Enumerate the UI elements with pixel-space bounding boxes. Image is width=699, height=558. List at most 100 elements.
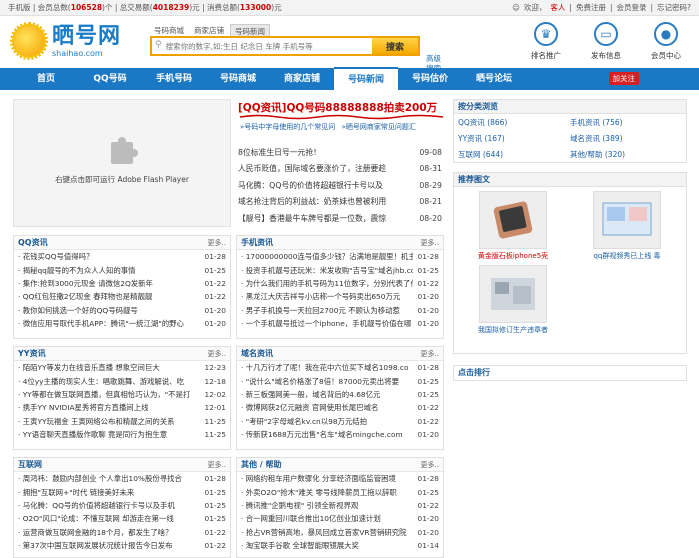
category-link-other[interactable]: 其他/帮助 (320) [570, 149, 682, 160]
nav-home[interactable]: 首页 [14, 68, 78, 90]
list-item[interactable]: · 微信应用号取代手机APP：腾讯"一统江湖"的野心 01-20 [14, 317, 230, 330]
list-item[interactable]: · 运营商做互联网金融的18个月，都发生了啥？ 01-22 [14, 526, 230, 539]
list-item[interactable]: · 黑龙江大庆吉祥号小店称一个号码卖出650万元 01-20 [237, 290, 443, 303]
list-item[interactable]: · YY语音聊天直播版作歌聊 竟是同行为抱生意 11-25 [14, 428, 230, 441]
more-link[interactable]: 更多.. [421, 349, 439, 359]
list-item[interactable]: · 新三板强网美一般，域名背后的4.68亿元 01-25 [237, 388, 443, 401]
search-tab-news[interactable]: 号码新闻 [230, 24, 270, 36]
publish-info-button[interactable]: ▭ 发布信息 [583, 22, 629, 61]
list-item[interactable]: · 4位yy主播的现实人生：唱歌跳舞、游戏解说、吃 12-18 [14, 374, 230, 387]
headline-news-list: 8位标准生日号一元抢！ 09-08 人民币贬值，国际域名要涨价了，注册要趁 08-3… [238, 144, 442, 227]
featured-pic[interactable]: 黄金版石板iphone5壳 [458, 191, 568, 261]
box-title: 域名资讯 [241, 349, 273, 358]
list-item[interactable]: · 腾讯推"企鹅电视" 引领全新视界观 01-22 [237, 499, 443, 512]
list-item[interactable]: · 马化腾：QQ号的价值将超越银行卡号以及手机 01-25 [14, 499, 230, 512]
phone-case-image [479, 191, 547, 249]
list-item[interactable]: · 携手YY NVIDIA星秀将官方直播间上线 12-01 [14, 401, 230, 414]
deal-amount: 4018239 [152, 3, 190, 12]
more-link[interactable]: 更多.. [208, 349, 226, 359]
list-item[interactable]: · "说什么"域名价格涨了8倍！87000元卖出将要 01-25 [237, 374, 443, 387]
headline-sublinks: »号码中字母使用的几个常见问 »晒号网商家常见问题汇 [240, 122, 416, 132]
login-link[interactable]: 会员登录 [616, 2, 646, 13]
headline-sublink-1[interactable]: »号码中字母使用的几个常见问 [240, 123, 335, 131]
member-center-button[interactable]: ● 会员中心 [643, 22, 689, 61]
yy-news-box: YY资讯 更多.. · 陌陌YY等发力在线音乐直播 想象空间巨大 12-23 · 4… [13, 346, 231, 450]
box-title: 推荐图文 [454, 173, 686, 187]
search-tab-shops[interactable]: 商家店铺 [190, 24, 228, 36]
domain-news-box: 域名资讯 更多.. · 十几万行才了呢！我在花中六位买下域名1098.co 01-2… [236, 346, 444, 450]
search-input[interactable] [161, 38, 372, 54]
list-item[interactable]: 域名抢注背后的利益战：奶茶妹也曾被利用 08-21 [238, 194, 442, 211]
box-title: 手机资讯 [241, 238, 273, 247]
site-stats: 手机版 | 会员总数(106528)个 | 总交易额(4018239)元 | 消… [8, 3, 282, 12]
list-item[interactable]: 马化腾：QQ号的价值将超越银行卡号以及 08-29 [238, 177, 442, 194]
list-item[interactable]: · 17000000000连号值多少钱？沾满地是靓里！机主 01-28 [237, 250, 443, 263]
internet-news-box: 互联网 更多.. · 周鸿祎：鼓励内部创业 个人拿出10%股份寻找合 01-28 ·… [13, 457, 231, 558]
box-title: 按分类浏览 [454, 100, 686, 114]
nav-phone-numbers[interactable]: 手机号码 [142, 68, 206, 90]
forgot-password-link[interactable]: 忘记密码? [657, 2, 691, 13]
plugin-icon [111, 136, 138, 164]
nav-forum[interactable]: 晒号论坛 [462, 68, 526, 90]
flash-placeholder[interactable]: 右键点击即可运行 Adobe Flash Player [13, 99, 231, 227]
nav-number-mall[interactable]: 号码商城 [206, 68, 270, 90]
list-item[interactable]: · 第37次中国互联网发展状况统计报告今日发布 01-22 [14, 539, 230, 552]
list-item[interactable]: · 一个手机靓号抵过一个iphone，手机靓号价值在哪 01-20 [237, 317, 443, 330]
list-item[interactable]: · "考研"2字母域名kv.cn以98万元结拍 01-22 [237, 415, 443, 428]
nav-number-news[interactable]: 号码新闻 [334, 67, 398, 91]
more-link[interactable]: 更多.. [421, 460, 439, 470]
list-item[interactable]: · O2O"风口"论成：不懂互联网 却游走在第一线 01-25 [14, 512, 230, 525]
search-tab-mall[interactable]: 号码商城 [150, 24, 188, 36]
list-item[interactable]: · 网络约租车用户数骤化 分享经济面临监管困境 01-28 [237, 472, 443, 485]
list-item[interactable]: · 淘宝联手谷歌 全球智能眼镜展大奖 01-14 [237, 539, 443, 552]
list-item[interactable]: · 抢占VR营销高地，暴风回成立首家VR营销研究院 01-20 [237, 526, 443, 539]
list-item[interactable]: 人民币贬值，国际域名要涨价了，注册要趁 08-31 [238, 161, 442, 178]
list-item[interactable]: · 十几万行才了呢！我在花中六位买下域名1098.co 01-28 [237, 361, 443, 374]
nav-shops[interactable]: 商家店铺 [270, 68, 334, 90]
other-help-box: 其他 / 帮助 更多.. · 网络约租车用户数骤化 分享经济面临监管困境 01-28… [236, 457, 444, 558]
category-link-yy[interactable]: YY资讯 (167) [458, 133, 570, 144]
mobile-link[interactable]: 手机版 [8, 3, 31, 12]
featured-pic[interactable]: 我国拟修订生产违章者 [458, 265, 568, 335]
list-item[interactable]: · YY等都在做互联网直播，但真相恰巧认为，"不是打 12-02 [14, 388, 230, 401]
featured-pic[interactable]: qq群视频秀已上线 毒 [572, 191, 682, 261]
box-title: 互联网 [18, 460, 42, 469]
list-item[interactable]: · 王寅YY玩福金 王寅网络公布和精靓之间的关系 11-25 [14, 415, 230, 428]
list-item[interactable]: · 男子手机换号一天拉回2700元 不顾认为移动惹 01-20 [237, 304, 443, 317]
list-item[interactable]: 8位标准生日号一元抢！ 09-08 [238, 144, 442, 161]
category-link-qq[interactable]: QQ资讯 (866) [458, 117, 570, 128]
list-item[interactable]: · 揭秘qq靓号的不为众人人知的事情 01-25 [14, 263, 230, 276]
site-logo[interactable]: 晒号网 shaihao.com [10, 22, 121, 60]
list-item[interactable]: · 花钱买QQ号值得吗？ 01-28 [14, 250, 230, 263]
search-button[interactable]: 搜索 [372, 38, 418, 54]
list-item[interactable]: · 外卖O2O"抢木"难关 零号线降薪员工拖以辞职 01-25 [237, 485, 443, 498]
qq-video-image [593, 191, 661, 249]
ranking-promo-button[interactable]: ♛ 排名推广 [523, 22, 569, 61]
register-link[interactable]: 免费注册 [576, 2, 606, 13]
list-item[interactable]: · 教你如何挑选一个好的QQ号码靓号 01-20 [14, 304, 230, 317]
headline-sublink-2[interactable]: »晒号网商家常见问题汇 [342, 123, 416, 131]
category-link-domain[interactable]: 域名资讯 (389) [570, 133, 682, 144]
list-item[interactable]: · QQ红包狂撒2亿现金 春拜物也是精靓靓 01-22 [14, 290, 230, 303]
list-item[interactable]: · 传新获1688万元出售"名车"域名mingche.com 01-20 [237, 428, 443, 441]
follow-weibo-button[interactable]: 加关注 [608, 72, 639, 85]
headline-title[interactable]: [QQ资讯]QQ号码88888888拍卖200万 [238, 102, 437, 114]
nav-qq-numbers[interactable]: QQ号码 [78, 68, 142, 90]
list-item[interactable]: · 陌陌YY等发力在线音乐直播 想象空间巨大 12-23 [14, 361, 230, 374]
category-link-phone[interactable]: 手机资讯 (756) [570, 117, 682, 128]
list-item[interactable]: · 拥抱"互联网+"时代 链接美好未来 01-25 [14, 485, 230, 498]
category-link-internet[interactable]: 互联网 (644) [458, 149, 570, 160]
list-item[interactable]: 【靓号】香港最牛车牌号都是一位数，震惊 08-20 [238, 210, 442, 227]
main-nav: 首页 QQ号码 手机号码 号码商城 商家店铺 号码新闻 号码估价 晒号论坛 加关… [0, 67, 699, 91]
list-item[interactable]: · 集作:抢到3000元现金 请微信2Q发新年 01-22 [14, 277, 230, 290]
list-item[interactable]: · 合一网重回川联合推出10亿创业加速计划 01-20 [237, 512, 443, 525]
news-thumbnail-image [479, 265, 547, 323]
list-item[interactable]: · 微博网获2亿元融资 官网使用长尾巴域名 01-22 [237, 401, 443, 414]
more-link[interactable]: 更多.. [208, 460, 226, 470]
list-item[interactable]: · 为什么我们用的手机号码为11位数字，分别代表了什 01-22 [237, 277, 443, 290]
more-link[interactable]: 更多.. [208, 238, 226, 248]
nav-valuation[interactable]: 号码估价 [398, 68, 462, 90]
list-item[interactable]: · 投资手机靓号还玩米：米发收购"吉号宝"域名jhb.cc 01-25 [237, 263, 443, 276]
more-link[interactable]: 更多.. [421, 238, 439, 248]
list-item[interactable]: · 周鸿祎：鼓励内部创业 个人拿出10%股份寻找合 01-28 [14, 472, 230, 485]
